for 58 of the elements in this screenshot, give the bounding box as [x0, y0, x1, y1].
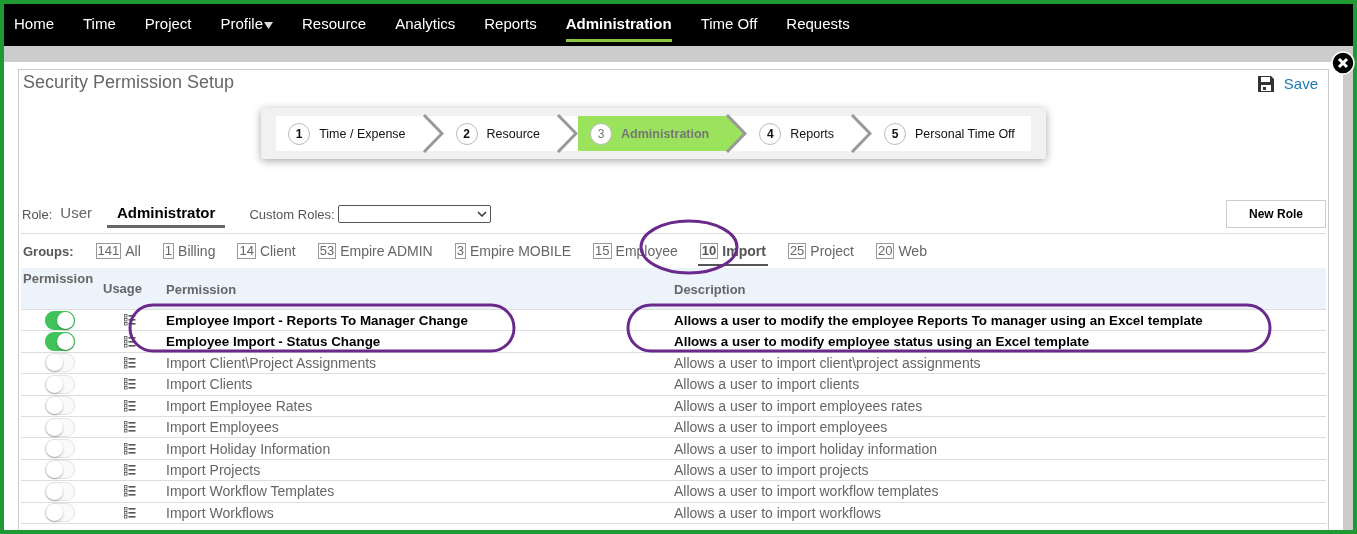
group-tab[interactable]: 3 Empire MOBILE [452, 236, 574, 266]
role-tab[interactable]: Administrator [107, 200, 226, 228]
page-title: Security Permission Setup [23, 72, 235, 93]
permission-name: Employee Import - Reports To Manager Change [165, 312, 469, 328]
nav-tab[interactable]: Project [144, 4, 192, 42]
column-header: Usage [102, 280, 144, 298]
role-tab[interactable]: User [60, 200, 93, 228]
permission-name: Import Workflow Templates [165, 483, 336, 500]
permission-name: Import Clients [165, 376, 254, 393]
step-number: 4 [759, 122, 782, 145]
group-tab[interactable]: 53 Empire ADMIN [315, 236, 435, 266]
nav-tab[interactable]: Analytics [395, 4, 456, 42]
nav-tab[interactable]: Reports [484, 4, 537, 42]
permission-description: Allows a user to import clients [673, 376, 861, 393]
step-number: 5 [884, 122, 907, 145]
nav-tab[interactable]: Time [83, 4, 116, 42]
nav-tab[interactable]: Resource [302, 4, 367, 42]
group-tab[interactable]: 141 All [93, 236, 143, 266]
permission-description: Allows a user to import workflow templates [673, 483, 940, 500]
permission-description: Allows a user to import employees rates [673, 397, 924, 414]
permission-description: Allows a user to import workflows [673, 504, 882, 521]
save-link[interactable]: Save [1257, 75, 1318, 92]
permission-description: Allows a user to import holiday information [673, 440, 938, 457]
wizard-step[interactable]: 5 Personal Time Off [872, 116, 1031, 151]
new-role-button[interactable]: New Role [1226, 200, 1326, 228]
role-label: Role: [22, 206, 53, 222]
permission-description: Allows a user to import projects [673, 461, 870, 478]
nav-tab[interactable]: Time Off [700, 4, 758, 42]
wizard-step[interactable]: 2 Resource [443, 116, 557, 151]
group-tab[interactable]: 1 Billing [160, 236, 218, 266]
permission-name: Import Employee Rates [165, 397, 314, 414]
step-number: 3 [590, 122, 613, 145]
step-number: 1 [288, 122, 311, 145]
custom-roles-label: Custom Roles: [249, 206, 335, 222]
permission-name: Import Holiday Information [165, 440, 332, 457]
column-header: Description [673, 282, 747, 299]
permission-name: Employee Import - Status Change [165, 334, 382, 350]
wizard-step[interactable]: 1 Time / Expense [276, 116, 422, 151]
permission-name: Import Projects [165, 461, 262, 478]
permission-name: Import Employees [165, 419, 280, 436]
permission-name: Import Workflows [165, 504, 275, 521]
groups-label: Groups: [23, 243, 74, 259]
permission-description: Allows a user to modify the employee Reports To manager using an Excel template [673, 312, 1204, 328]
nav-tab[interactable]: Requests [786, 4, 850, 42]
step-number: 2 [455, 122, 478, 145]
wizard-step[interactable]: 4 Reports [747, 116, 851, 151]
group-tab[interactable]: 20 Web [873, 236, 929, 266]
column-header: Permission [22, 270, 95, 288]
permission-name: Import Client\Project Assignments [165, 354, 378, 371]
column-header: Permission [165, 282, 238, 299]
nav-tab[interactable]: Administration [565, 4, 672, 42]
permission-description: Allows a user to import employees [673, 419, 889, 436]
permission-description: Allows a user to modify employee status using an Excel template [673, 334, 1091, 350]
group-tab[interactable]: 14 Client [235, 236, 298, 266]
nav-tab[interactable]: Home [14, 4, 54, 42]
group-tab[interactable]: 25 Project [785, 236, 856, 266]
permission-description: Allows a user to import client\project assignments [673, 354, 982, 371]
nav-tab[interactable]: Profile [220, 4, 273, 42]
